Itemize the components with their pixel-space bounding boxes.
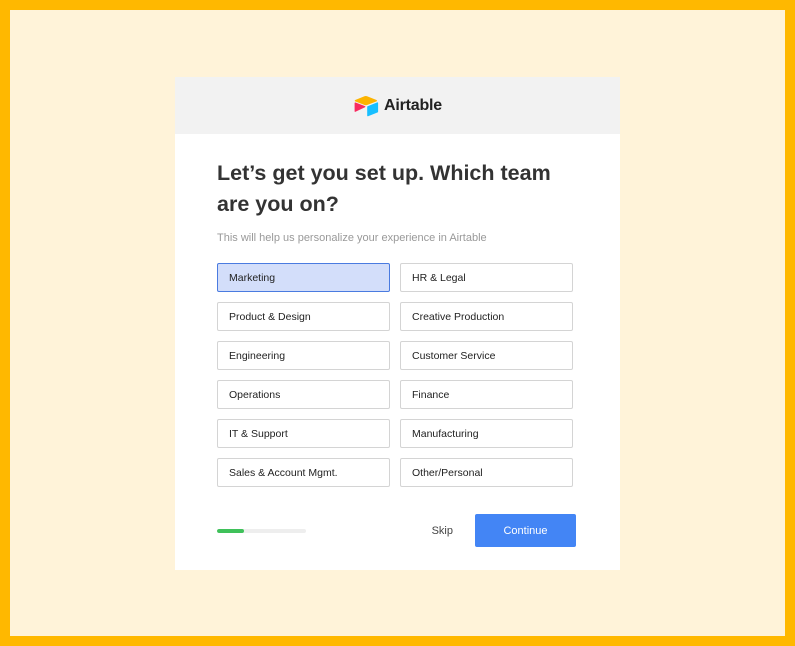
airtable-logo: Airtable [353,95,442,117]
team-option-label: Product & Design [229,310,311,323]
onboarding-card: Airtable Let’s get you set up. Which tea… [175,77,620,570]
team-option-label: HR & Legal [412,271,466,284]
card-body: Let’s get you set up. Which team are you… [175,158,620,547]
team-option-customer-service[interactable]: Customer Service [400,341,573,370]
page-title: Let’s get you set up. Which team are you… [217,161,551,216]
card-header: Airtable [175,77,620,134]
team-option-engineering[interactable]: Engineering [217,341,390,370]
team-option-label: Finance [412,388,450,401]
team-option-finance[interactable]: Finance [400,380,573,409]
team-option-sales-account[interactable]: Sales & Account Mgmt. [217,458,390,487]
team-option-label: Marketing [229,271,276,284]
team-option-label: Engineering [229,349,286,362]
team-option-other-personal[interactable]: Other/Personal [400,458,573,487]
skip-button[interactable]: Skip [432,525,453,537]
team-option-label: Other/Personal [412,466,483,479]
progress-bar-fill [217,528,244,533]
team-option-label: Operations [229,388,281,401]
team-option-creative-production[interactable]: Creative Production [400,302,573,331]
team-option-label: Customer Service [412,349,496,362]
team-option-manufacturing[interactable]: Manufacturing [400,419,573,448]
team-option-hr-legal[interactable]: HR & Legal [400,263,573,292]
brand-name: Airtable [384,96,442,114]
progress-bar [217,528,306,533]
card-footer: Skip Continue [217,514,576,547]
airtable-logo-icon [354,95,379,116]
team-option-product-design[interactable]: Product & Design [217,302,390,331]
team-option-marketing[interactable]: Marketing [217,263,390,292]
team-option-label: Creative Production [412,310,505,323]
team-option-label: Manufacturing [412,427,479,440]
continue-button[interactable]: Continue [475,514,576,547]
page-subtitle: This will help us personalize your exper… [217,232,487,244]
team-options-grid: Marketing HR & Legal Product & Design Cr… [217,263,576,487]
team-option-it-support[interactable]: IT & Support [217,419,390,448]
team-option-label: Sales & Account Mgmt. [229,466,338,479]
team-option-operations[interactable]: Operations [217,380,390,409]
team-option-label: IT & Support [229,427,288,440]
